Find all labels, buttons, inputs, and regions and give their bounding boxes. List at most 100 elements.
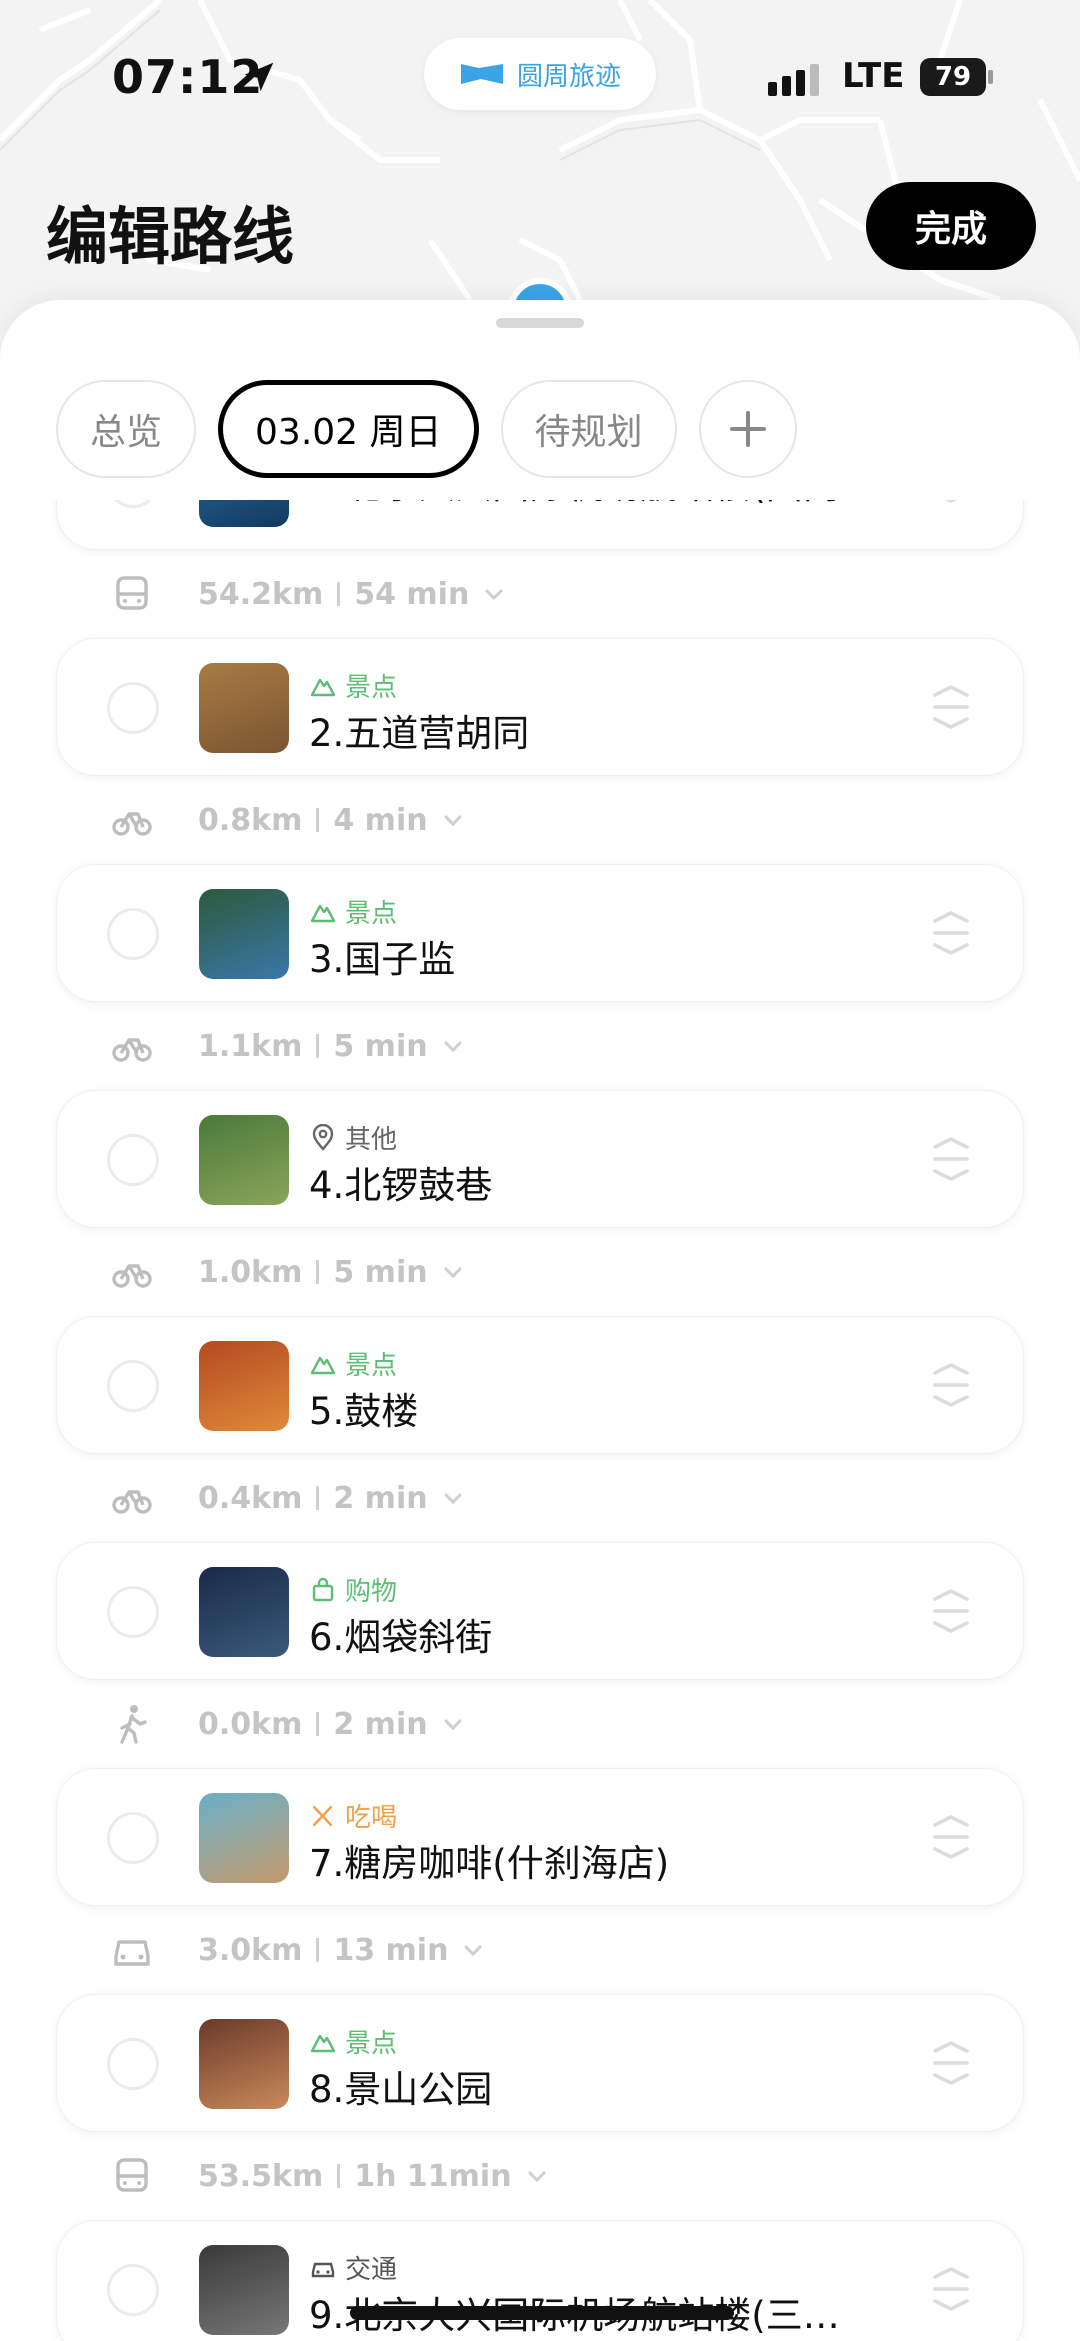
- route-stop-card[interactable]: 交通9.北京大兴国际机场航站楼(三…: [56, 2220, 1024, 2341]
- segment-distance: 53.5km: [198, 2158, 324, 2194]
- segment-duration: 5 min: [333, 1028, 428, 1064]
- chevron-down-icon[interactable]: [483, 583, 505, 605]
- chevron-down-icon[interactable]: [442, 1035, 464, 1057]
- drag-handle-icon: [933, 2267, 969, 2311]
- route-stop-card[interactable]: 景点 8.景山公园: [56, 1994, 1024, 2132]
- stop-category-label: 景点: [345, 673, 398, 703]
- stop-category-label: 其他: [345, 1125, 398, 1155]
- chevron-down-icon[interactable]: [442, 1713, 464, 1735]
- drag-handle-icon: [933, 2041, 969, 2085]
- route-list[interactable]: 1.北京大兴国际机场航站楼(国内… 54.2km 54 min 景点 2.五道营胡同 0.…: [0, 500, 1080, 2341]
- stop-category: 景点: [309, 667, 397, 704]
- segment-divider: [337, 2164, 341, 2188]
- segment-duration: 13 min: [333, 1932, 449, 1968]
- stop-drag-handle[interactable]: [923, 1809, 979, 1865]
- status-bar: 07:12 圆周旅迹 LTE 79: [0, 0, 1080, 150]
- stop-thumbnail: [199, 663, 289, 753]
- stop-name: 1.北京大兴国际机场航站楼(国内…: [309, 500, 877, 509]
- mountain-icon: [310, 2034, 336, 2052]
- add-day-button[interactable]: [698, 380, 797, 478]
- bus-icon: [110, 572, 154, 616]
- stop-select-radio[interactable]: [107, 2038, 159, 2090]
- stop-drag-handle[interactable]: [923, 2261, 979, 2317]
- stop-select-radio[interactable]: [107, 908, 159, 960]
- segment-info[interactable]: 54.2km 54 min: [198, 577, 505, 612]
- route-stop-card[interactable]: 购物 6.烟袋斜街: [56, 1542, 1024, 1680]
- chevron-down-icon[interactable]: [442, 809, 464, 831]
- segment-duration: 5 min: [333, 1254, 428, 1290]
- segment-info[interactable]: 3.0km 13 min: [198, 1933, 484, 1968]
- segment-info[interactable]: 1.1km 5 min: [198, 1029, 464, 1064]
- drag-handle-icon: [933, 1589, 969, 1633]
- stop-category: 吃喝: [309, 1797, 397, 1834]
- stop-category: 其他: [309, 1119, 397, 1156]
- stop-select-radio[interactable]: [107, 1360, 159, 1412]
- route-stop-card[interactable]: 景点 2.五道营胡同: [56, 638, 1024, 776]
- chevron-down-icon[interactable]: [526, 2165, 548, 2187]
- route-stop-card[interactable]: 景点 5.鼓楼: [56, 1316, 1024, 1454]
- segment-distance: 0.8km: [198, 802, 303, 838]
- segment-info[interactable]: 0.8km 4 min: [198, 803, 464, 838]
- app-logo-icon: [460, 64, 503, 84]
- segment-divider: [316, 1486, 320, 1510]
- route-stop-card[interactable]: 景点 3.国子监: [56, 864, 1024, 1002]
- stop-category-label: 吃喝: [345, 1803, 398, 1833]
- segment-divider: [316, 1260, 320, 1284]
- drag-handle-icon: [933, 1815, 969, 1859]
- stop-drag-handle[interactable]: [923, 2035, 979, 2091]
- bus-icon: [110, 2154, 154, 2198]
- chevron-down-icon[interactable]: [462, 1939, 484, 1961]
- stop-thumbnail: [199, 1567, 289, 1657]
- tab-overview[interactable]: 总览: [56, 380, 197, 478]
- stop-thumbnail: [199, 1341, 289, 1431]
- stop-drag-handle[interactable]: [923, 1131, 979, 1187]
- segment-distance: 0.0km: [198, 1706, 303, 1742]
- segment-info[interactable]: 0.0km 2 min: [198, 1707, 464, 1742]
- segment-distance: 1.0km: [198, 1254, 303, 1290]
- route-stop-card[interactable]: 其他 4.北锣鼓巷: [56, 1090, 1024, 1228]
- stop-select-radio[interactable]: [107, 2264, 159, 2316]
- tab-day-0302[interactable]: 03.02 周日: [218, 380, 479, 478]
- app-badge[interactable]: 圆周旅迹: [424, 38, 656, 110]
- chevron-down-icon[interactable]: [442, 1487, 464, 1509]
- stop-category: 景点: [309, 893, 397, 930]
- location-pin-icon: [312, 1123, 334, 1151]
- segment-duration: 2 min: [333, 1706, 428, 1742]
- segment-info[interactable]: 1.0km 5 min: [198, 1255, 464, 1290]
- stop-select-radio[interactable]: [107, 1586, 159, 1638]
- stop-drag-handle[interactable]: [923, 1357, 979, 1413]
- stop-select-radio[interactable]: [107, 682, 159, 734]
- stop-select-radio[interactable]: [107, 500, 159, 508]
- segment-info[interactable]: 0.4km 2 min: [198, 1481, 464, 1516]
- chevron-down-icon[interactable]: [442, 1261, 464, 1283]
- car-icon: [311, 2262, 335, 2277]
- location-arrow-icon: [244, 62, 274, 92]
- stop-drag-handle[interactable]: [923, 679, 979, 735]
- done-button[interactable]: 完成: [866, 182, 1036, 270]
- route-stop-card[interactable]: 1.北京大兴国际机场航站楼(国内…: [56, 500, 1024, 550]
- walk-icon: [110, 1702, 154, 1746]
- stop-name: 3.国子监: [309, 938, 456, 981]
- segment-distance: 1.1km: [198, 1028, 303, 1064]
- stop-drag-handle[interactable]: [923, 500, 979, 509]
- stop-category-label: 购物: [345, 1577, 398, 1607]
- stop-drag-handle[interactable]: [923, 905, 979, 961]
- segment-info[interactable]: 53.5km 1h 11min: [198, 2159, 548, 2194]
- drag-handle-icon: [933, 1137, 969, 1181]
- segment-distance: 3.0km: [198, 1932, 303, 1968]
- tab-unplanned[interactable]: 待规划: [500, 380, 677, 478]
- stop-select-radio[interactable]: [107, 1134, 159, 1186]
- utensils-icon: [312, 1805, 333, 1826]
- sheet-grabber[interactable]: [496, 318, 584, 328]
- bike-icon: [110, 1024, 154, 1068]
- route-stop-card[interactable]: 吃喝 7.糖房咖啡(什刹海店): [56, 1768, 1024, 1906]
- stop-drag-handle[interactable]: [923, 1583, 979, 1639]
- stop-thumbnail: [199, 1115, 289, 1205]
- mountain-icon: [310, 904, 336, 922]
- drag-handle-icon: [933, 685, 969, 729]
- car-icon: [110, 1928, 154, 1972]
- stop-name: 5.鼓楼: [309, 1390, 419, 1433]
- stop-select-radio[interactable]: [107, 1812, 159, 1864]
- plus-icon: [729, 411, 766, 447]
- mountain-icon: [310, 678, 336, 696]
